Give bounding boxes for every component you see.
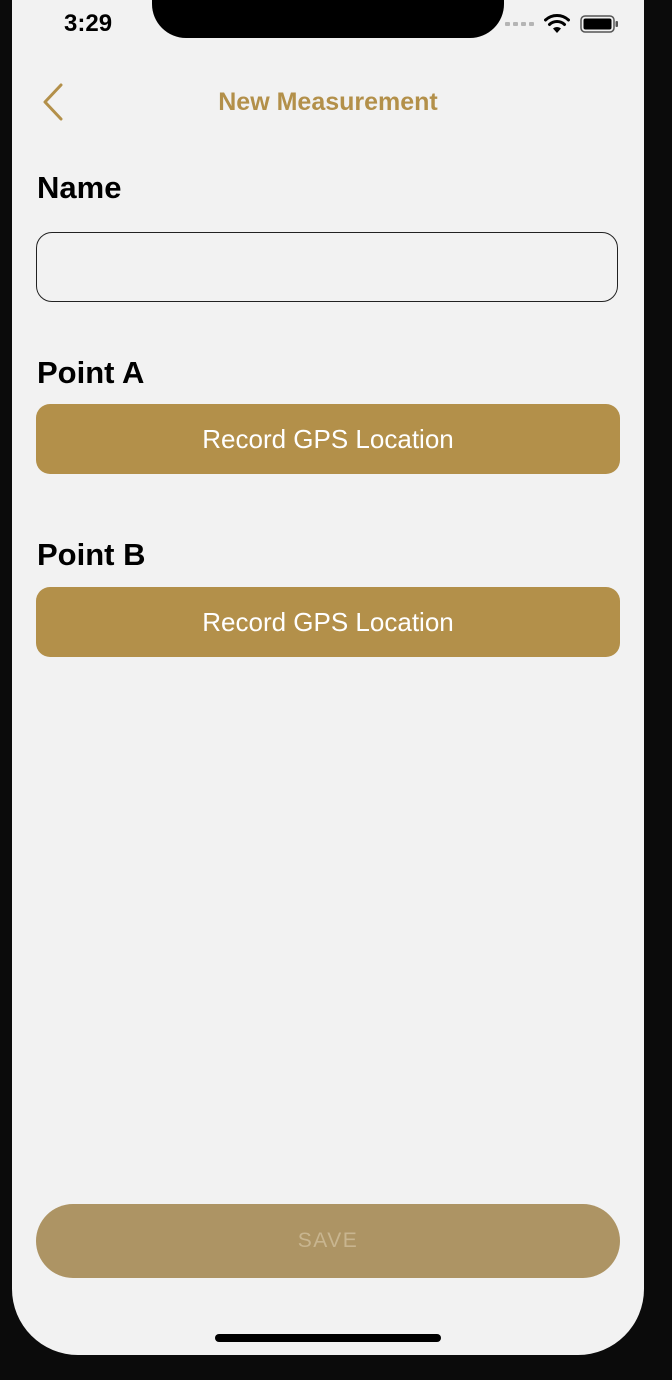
point-a-record-gps-button[interactable]: Record GPS Location <box>36 404 620 474</box>
point-b-record-gps-button[interactable]: Record GPS Location <box>36 587 620 657</box>
battery-icon <box>580 15 618 33</box>
device-frame: 3:29 New Measurement Name Point A Record… <box>0 0 672 1380</box>
navigation-bar: New Measurement <box>12 78 644 128</box>
status-icons <box>505 14 620 34</box>
status-time: 3:29 <box>64 10 113 37</box>
name-label: Name <box>37 170 122 205</box>
app-screen: 3:29 New Measurement Name Point A Record… <box>12 0 644 1355</box>
page-title: New Measurement <box>218 88 438 116</box>
cellular-signal-icon <box>505 22 534 26</box>
save-button[interactable]: SAVE <box>36 1204 620 1278</box>
home-indicator <box>215 1334 441 1342</box>
point-b-label: Point B <box>37 537 146 572</box>
name-input[interactable] <box>36 232 618 302</box>
device-notch <box>152 0 504 38</box>
wifi-icon <box>544 14 570 33</box>
point-a-label: Point A <box>37 355 145 390</box>
